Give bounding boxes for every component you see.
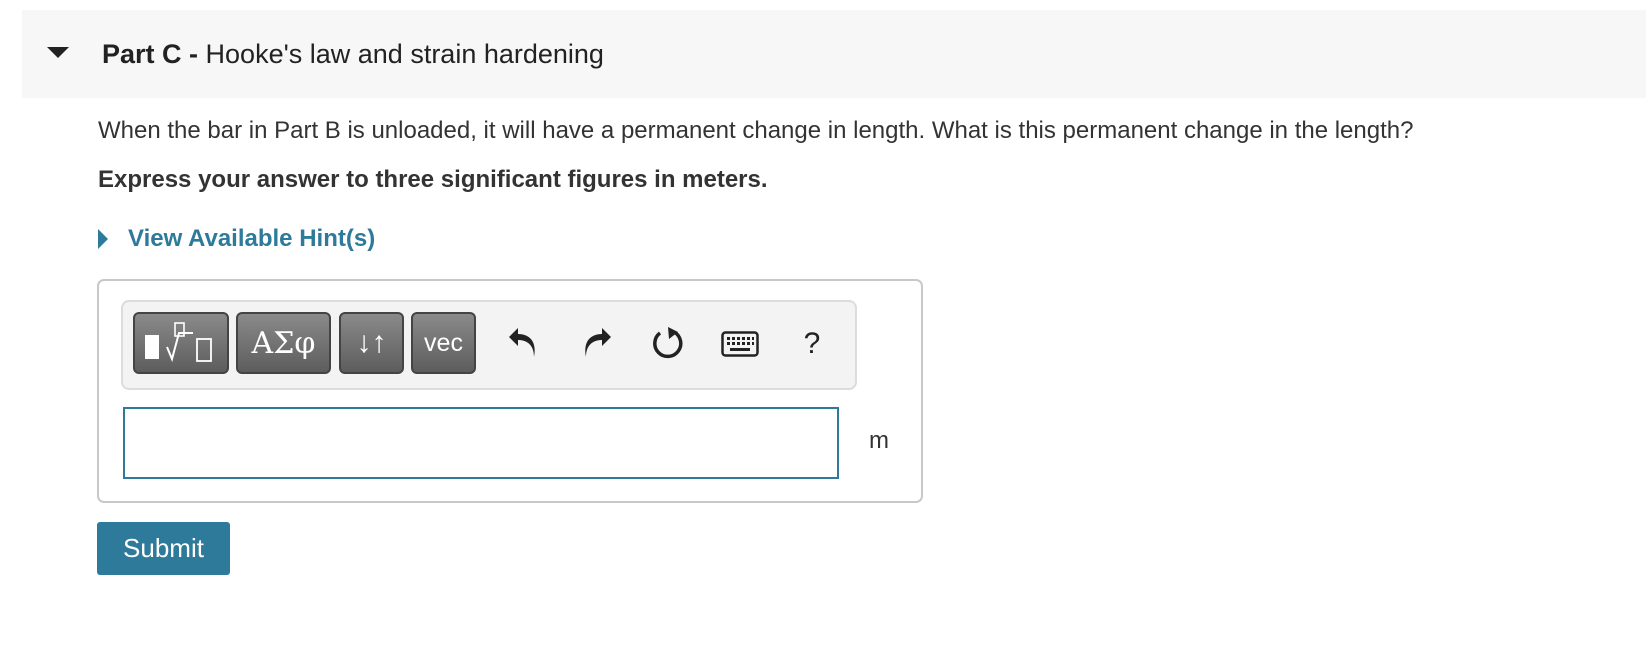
keyboard-icon[interactable] bbox=[714, 318, 766, 370]
part-label: Part C - bbox=[102, 39, 199, 69]
submit-button[interactable]: Submit bbox=[97, 522, 230, 575]
vector-button[interactable]: vec bbox=[411, 312, 476, 374]
templates-button[interactable] bbox=[133, 312, 229, 374]
templates-icon bbox=[145, 322, 212, 363]
help-icon[interactable]: ? bbox=[786, 318, 838, 370]
arrows-button[interactable]: ↓↑ bbox=[339, 312, 404, 374]
view-hints-link[interactable]: View Available Hint(s) bbox=[98, 222, 375, 256]
reset-icon[interactable] bbox=[642, 318, 694, 370]
redo-icon[interactable] bbox=[570, 318, 622, 370]
answer-input[interactable] bbox=[123, 407, 839, 479]
hint-label: View Available Hint(s) bbox=[128, 225, 376, 252]
instruction-text: Express your answer to three significant… bbox=[98, 166, 768, 193]
question-text: When the bar in Part B is unloaded, it w… bbox=[98, 117, 1414, 144]
greek-symbols-button[interactable]: ΑΣφ bbox=[236, 312, 331, 374]
math-toolbar: ΑΣφ ↓↑ vec ? bbox=[121, 300, 857, 390]
hint-caret-icon bbox=[98, 229, 108, 249]
answer-box: ΑΣφ ↓↑ vec ? m bbox=[97, 279, 923, 503]
unit-label: m bbox=[869, 427, 889, 454]
undo-icon[interactable] bbox=[498, 318, 550, 370]
part-title: Part C - Hooke's law and strain hardenin… bbox=[102, 36, 604, 72]
collapse-caret-icon[interactable] bbox=[47, 47, 69, 58]
part-title-text: Hooke's law and strain hardening bbox=[205, 39, 604, 69]
